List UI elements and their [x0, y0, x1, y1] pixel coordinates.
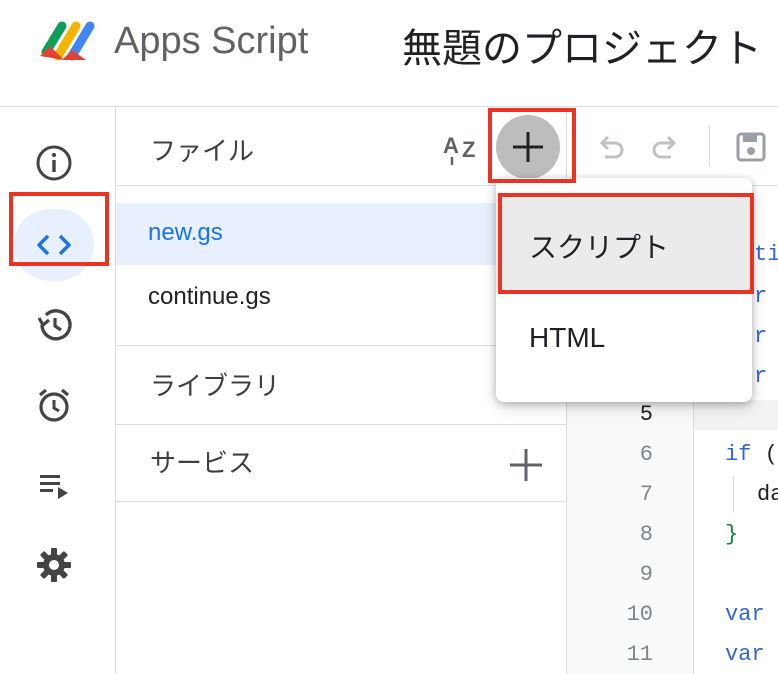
apps-script-logo[interactable] — [36, 16, 100, 66]
menu-item-label: HTML — [529, 322, 606, 353]
menu-item-html[interactable]: HTML — [496, 292, 752, 388]
playlist-play-icon — [40, 475, 68, 499]
app-title: Apps Script — [114, 20, 309, 62]
redo-icon[interactable] — [647, 129, 683, 165]
save-icon[interactable] — [733, 129, 769, 165]
rail-settings-button[interactable] — [14, 529, 94, 601]
menu-item-script[interactable]: スクリプト — [496, 196, 752, 292]
alarm-icon — [38, 388, 70, 422]
left-rail — [0, 107, 116, 674]
add-service-button[interactable] — [506, 445, 546, 485]
line-number: 11 — [626, 642, 653, 667]
add-file-button[interactable] — [496, 115, 560, 179]
line-number: 6 — [639, 442, 653, 467]
rail-triggers-button[interactable] — [14, 369, 94, 441]
line-number: 9 — [639, 562, 653, 587]
code-icon — [37, 234, 71, 256]
rail-overview-button[interactable] — [14, 127, 94, 199]
line-number: 10 — [626, 602, 653, 627]
project-title[interactable]: 無題のプロジェクト — [402, 16, 762, 74]
services-section-header: サービス — [116, 423, 566, 502]
code-fragment: da — [757, 482, 778, 507]
menu-item-label: スクリプト — [529, 231, 670, 264]
app-header: Apps Script 無題のプロジェクト — [0, 0, 778, 107]
gear-icon — [37, 548, 71, 582]
code-fragment: r — [754, 324, 768, 349]
sort-az-icon[interactable]: A Z — [442, 127, 484, 167]
files-section-label: ファイル — [150, 137, 255, 167]
undo-icon[interactable] — [593, 129, 629, 165]
code-fragment: ti — [754, 242, 778, 267]
rail-history-button[interactable] — [14, 289, 94, 361]
rail-editor-button[interactable] — [14, 209, 94, 281]
files-section-header: ファイル A Z — [116, 107, 566, 186]
current-line-highlight — [694, 400, 778, 430]
code-fragment: ( — [751, 442, 778, 467]
history-icon — [37, 309, 72, 341]
code-keyword: var — [725, 642, 765, 667]
file-name: continue.gs — [148, 283, 271, 310]
line-number: 8 — [639, 522, 653, 547]
line-number: 7 — [639, 482, 653, 507]
svg-text:Z: Z — [462, 137, 475, 162]
info-icon — [36, 145, 72, 181]
libraries-section-label: ライブラリ — [150, 372, 281, 402]
plus-icon — [513, 132, 543, 162]
indent-guide — [733, 476, 734, 512]
code-keyword: if — [725, 442, 752, 467]
file-name: new.gs — [148, 219, 223, 246]
services-section-label: サービス — [150, 449, 255, 479]
code-line-6: if ( — [725, 442, 778, 467]
add-file-menu: スクリプト HTML — [496, 178, 752, 402]
rail-executions-button[interactable] — [14, 449, 94, 521]
code-fragment: } — [725, 522, 739, 547]
code-keyword: var — [725, 602, 765, 627]
toolbar-divider — [709, 125, 710, 167]
code-fragment: r — [754, 284, 768, 309]
svg-text:A: A — [443, 133, 459, 158]
editor-toolbar — [567, 107, 778, 186]
code-fragment: r — [754, 364, 768, 389]
line-number: 5 — [639, 402, 653, 427]
